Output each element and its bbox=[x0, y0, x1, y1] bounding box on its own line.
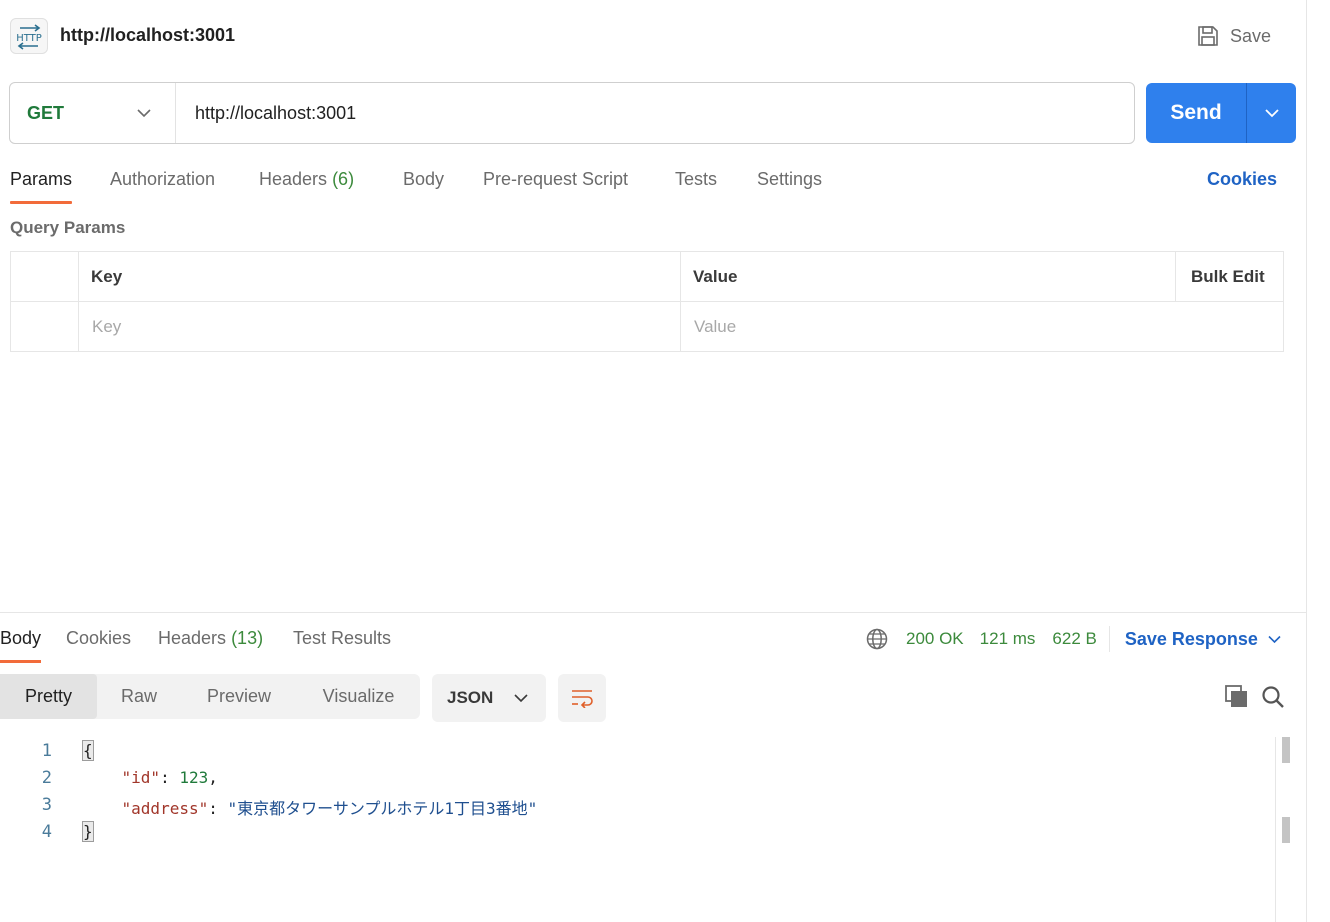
method-select[interactable]: GET bbox=[10, 83, 176, 143]
query-params-label: Query Params bbox=[10, 218, 126, 237]
chevron-down-icon bbox=[1264, 109, 1279, 118]
wrap-lines-icon bbox=[572, 690, 593, 708]
editor-scrollbar-track[interactable] bbox=[1275, 737, 1276, 922]
line-number: 1 bbox=[41, 741, 52, 761]
language-select[interactable]: JSON bbox=[432, 674, 546, 722]
response-size[interactable]: 622 B bbox=[1052, 629, 1096, 649]
http-icon: HTTP bbox=[10, 18, 48, 54]
close-brace: } bbox=[82, 821, 94, 842]
response-body-editor[interactable]: 1 { 2 "id": 123, 3 "address": "東京都タワーサンプ… bbox=[0, 737, 1276, 922]
param-key-input[interactable] bbox=[92, 311, 672, 343]
status-code[interactable]: 200 OK bbox=[906, 629, 964, 649]
pane-divider[interactable] bbox=[0, 612, 1306, 613]
request-header: HTTP http://localhost:3001 Save bbox=[10, 16, 1300, 56]
globe-icon[interactable] bbox=[866, 628, 888, 650]
chevron-down-icon bbox=[137, 109, 151, 118]
wrap-lines-button[interactable] bbox=[558, 674, 606, 722]
save-response-button[interactable]: Save Response bbox=[1125, 629, 1281, 650]
format-preview[interactable]: Preview bbox=[181, 674, 297, 719]
pane-edge bbox=[1306, 0, 1307, 922]
format-segmented-control: Pretty Raw Preview Visualize bbox=[0, 674, 420, 719]
chevron-down-icon bbox=[514, 694, 528, 703]
response-tab-body[interactable]: Body bbox=[0, 628, 42, 663]
open-brace: { bbox=[82, 740, 94, 761]
send-button[interactable]: Send bbox=[1146, 83, 1247, 143]
json-key-id: "id" bbox=[121, 768, 161, 787]
line-number: 3 bbox=[41, 795, 52, 815]
format-raw[interactable]: Raw bbox=[97, 674, 181, 719]
save-label: Save bbox=[1230, 25, 1272, 46]
table-row bbox=[11, 302, 1283, 352]
response-tabs: Body Cookies Headers (13) Test Results 2… bbox=[0, 626, 1306, 663]
chevron-down-icon bbox=[1268, 635, 1281, 643]
floppy-disk-icon bbox=[1198, 26, 1218, 46]
tab-tests[interactable]: Tests bbox=[675, 169, 717, 203]
request-title: http://localhost:3001 bbox=[60, 25, 236, 45]
headers-count: (6) bbox=[332, 169, 355, 189]
scrollbar-thumb[interactable] bbox=[1282, 737, 1290, 763]
copy-icon[interactable] bbox=[1225, 685, 1249, 709]
line-number: 2 bbox=[41, 768, 52, 788]
tab-pre-request-script[interactable]: Pre-request Script bbox=[483, 169, 628, 203]
send-options-button[interactable] bbox=[1247, 83, 1296, 143]
json-value-address: "東京都タワーサンプルホテル1丁目3番地" bbox=[227, 799, 538, 818]
request-tabs: Params Authorization Headers (6) Body Pr… bbox=[10, 166, 1300, 206]
search-icon[interactable] bbox=[1261, 685, 1285, 709]
tab-body[interactable]: Body bbox=[403, 169, 444, 203]
language-label: JSON bbox=[447, 688, 494, 707]
tab-headers[interactable]: Headers (6) bbox=[259, 169, 354, 203]
method-label: GET bbox=[27, 102, 65, 123]
code-line: 2 "id": 123, bbox=[0, 764, 1276, 791]
response-tab-headers-label: Headers bbox=[158, 628, 227, 648]
save-response-label: Save Response bbox=[1124, 628, 1258, 649]
code-line: 3 "address": "東京都タワーサンプルホテル1丁目3番地" bbox=[0, 791, 1276, 818]
tab-headers-label: Headers bbox=[259, 169, 328, 189]
response-time[interactable]: 121 ms bbox=[980, 629, 1036, 649]
param-value-input[interactable] bbox=[694, 311, 1274, 343]
send-button-group: Send bbox=[1146, 83, 1296, 143]
response-status: 200 OK 121 ms 622 B Save Response bbox=[866, 626, 1281, 652]
url-input[interactable] bbox=[176, 83, 1134, 143]
response-tab-headers[interactable]: Headers (13) bbox=[158, 628, 263, 662]
cookies-link[interactable]: Cookies bbox=[1207, 169, 1277, 190]
response-tab-cookies[interactable]: Cookies bbox=[66, 628, 131, 662]
svg-text:HTTP: HTTP bbox=[16, 33, 42, 44]
format-visualize[interactable]: Visualize bbox=[297, 674, 420, 719]
code-line: 1 { bbox=[0, 737, 1276, 764]
json-key-address: "address" bbox=[121, 799, 209, 818]
response-headers-count: (13) bbox=[231, 628, 264, 648]
url-bar: GET bbox=[9, 82, 1135, 144]
bulk-edit-button[interactable]: Bulk Edit bbox=[1191, 267, 1265, 287]
column-key-header: Key bbox=[91, 267, 123, 286]
response-tab-test-results[interactable]: Test Results bbox=[293, 628, 391, 662]
column-value-header: Value bbox=[693, 267, 738, 286]
query-params-table: Key Value Bulk Edit bbox=[10, 251, 1284, 352]
tab-params[interactable]: Params bbox=[10, 169, 73, 204]
tab-authorization[interactable]: Authorization bbox=[110, 169, 215, 203]
save-button[interactable]: Save bbox=[1196, 20, 1271, 52]
line-number: 4 bbox=[41, 822, 52, 842]
json-value-id: 123 bbox=[179, 768, 209, 787]
format-pretty[interactable]: Pretty bbox=[0, 674, 97, 719]
table-header-row: Key Value Bulk Edit bbox=[11, 252, 1283, 302]
tab-settings[interactable]: Settings bbox=[757, 169, 822, 203]
code-line: 4 } bbox=[0, 818, 1276, 845]
scrollbar-thumb[interactable] bbox=[1282, 817, 1290, 843]
